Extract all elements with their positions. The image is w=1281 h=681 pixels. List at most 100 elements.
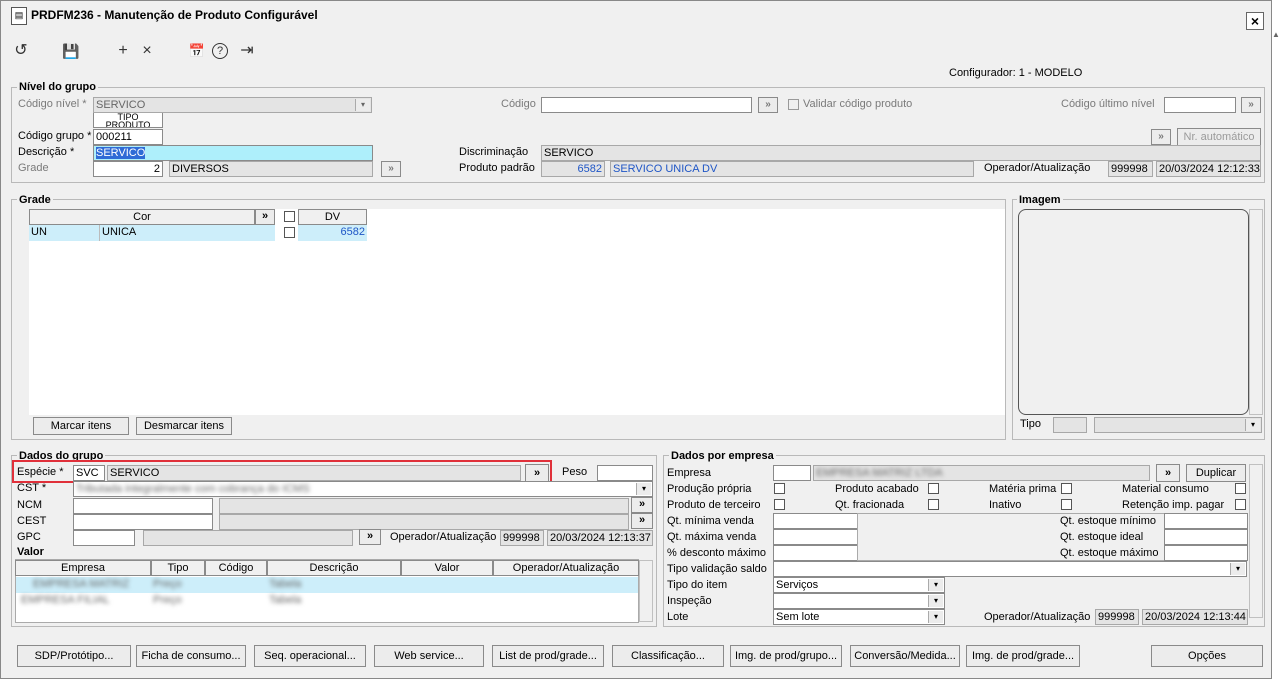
marcar-itens-button[interactable]: Marcar itens [33,417,129,435]
imagem-area[interactable] [1018,209,1249,415]
grade-col-cor[interactable]: Cor [29,209,255,225]
discriminacao-input[interactable]: SERVICO [541,145,1261,161]
qt-min-venda-input[interactable] [773,513,859,529]
ficha-consumo-button[interactable]: Ficha de consumo... [136,645,246,667]
grade-number-input[interactable]: 2 [93,161,163,177]
ncm-code-input[interactable] [73,498,213,514]
cest-code-input[interactable] [73,514,213,530]
valor-col-codigo[interactable]: Código [205,560,267,576]
main-window: ▤ PRDFM236 - Manutenção de Produto Confi… [0,0,1272,679]
validar-checkbox[interactable] [788,99,799,110]
delete-icon[interactable]: × [137,41,157,61]
dados-empresa-scrollbar[interactable] [1249,464,1263,618]
inspecao-select[interactable]: ▾ [773,593,945,609]
valor-row-2-empresa: EMPRESA FILIAL [21,594,110,606]
desconto-max-input[interactable] [773,545,859,561]
outer-scrollbar[interactable]: ▲ [1272,0,1281,681]
save-icon[interactable]: 💾 [61,41,81,61]
especie-search-button[interactable]: » [525,464,549,482]
tipo-validacao-select[interactable]: ▾ [773,561,1247,577]
materia-prima-label: Matéria prima [989,483,1057,495]
descricao-input[interactable]: SERVICO [93,145,373,161]
codigo-nivel-select[interactable]: SERVICO ▾ [93,97,372,113]
tipo-item-label: Tipo do item [667,579,728,591]
cest-search-button[interactable]: » [631,513,653,529]
codigo-ultimo-input[interactable] [1164,97,1236,113]
qt-estoque-ideal-input[interactable] [1164,529,1248,545]
empresa-desc-input: EMPRESA MATRIZ LTDA [813,465,1150,481]
nr-automatico-button[interactable]: Nr. automático [1177,128,1261,146]
especie-desc-input: SERVICO [107,465,521,481]
qt-estoque-min-input[interactable] [1164,513,1248,529]
web-service-button[interactable]: Web service... [374,645,484,667]
grade-row-checkbox[interactable] [284,227,295,238]
valor-row-1-tipo: Preço [153,578,182,590]
scroll-up-icon[interactable]: ▲ [1272,30,1280,39]
grade-col-dv[interactable]: DV [298,209,367,225]
tipo-produto-text: TIPO PRODUTO [105,113,151,128]
codigo-ultimo-label: Código último nível [1061,98,1155,110]
peso-input[interactable] [597,465,653,481]
close-button[interactable]: × [1246,12,1264,30]
lote-select[interactable]: Sem lote ▾ [773,609,945,625]
duplicar-button[interactable]: Duplicar [1186,464,1246,482]
producao-propria-checkbox[interactable] [774,483,785,494]
list-prod-grade-button[interactable]: List de prod/grade... [492,645,604,667]
especie-code-input[interactable]: SVC [73,465,105,481]
retencao-checkbox[interactable] [1235,499,1246,510]
seq-operacional-button[interactable]: Seq. operacional... [254,645,366,667]
codigo-grupo-input[interactable]: 000211 [93,129,163,145]
refresh-icon[interactable]: ↺ [11,41,31,61]
empresa-code-input[interactable] [773,465,811,481]
ncm-search-button[interactable]: » [631,497,653,513]
nivel-operador-date: 20/03/2024 12:12:33 [1156,161,1261,177]
empresa-search-button[interactable]: » [1156,464,1180,482]
valor-scrollbar[interactable] [639,560,653,622]
grade-expand-button[interactable]: » [255,209,275,225]
qt-fracionada-checkbox[interactable] [928,499,939,510]
calendar-icon[interactable]: 📅 [187,41,207,61]
material-consumo-checkbox[interactable] [1235,483,1246,494]
codigo-ultimo-search-button[interactable]: » [1241,97,1261,113]
gpc-desc-input [143,530,353,546]
produto-terceiro-checkbox[interactable] [774,499,785,510]
img-prod-grupo-button[interactable]: Img. de prod/grupo... [730,645,842,667]
help-icon[interactable]: ? [212,43,228,59]
qt-min-venda-label: Qt. mínima venda [667,515,754,527]
valor-col-descricao[interactable]: Descrição [267,560,401,576]
qt-max-venda-input[interactable] [773,529,859,545]
imagem-tipo-select[interactable]: ▾ [1094,417,1262,433]
gpc-search-button[interactable]: » [359,529,381,545]
tipo-item-select[interactable]: Serviços ▾ [773,577,945,593]
sdp-prototipo-button[interactable]: SDP/Protótipo... [17,645,131,667]
qt-estoque-max-input[interactable] [1164,545,1248,561]
codigo-search-button[interactable]: » [758,97,778,113]
img-prod-grade-button[interactable]: Img. de prod/grade... [966,645,1080,667]
opcoes-button[interactable]: Opções [1151,645,1263,667]
valor-col-tipo[interactable]: Tipo [151,560,205,576]
desmarcar-itens-button[interactable]: Desmarcar itens [136,417,232,435]
valor-col-operador[interactable]: Operador/Atualização [493,560,639,576]
grade-row-dv[interactable]: 6582 [298,225,367,241]
produto-padrao-code[interactable]: 6582 [541,161,605,177]
codigo-grupo-label: Código grupo * [18,130,92,142]
classificacao-button[interactable]: Classificação... [612,645,724,667]
codigo-input[interactable] [541,97,752,113]
nr-search-button[interactable]: » [1151,129,1171,145]
imagem-scrollbar[interactable] [1249,209,1263,415]
conversao-medida-button[interactable]: Conversão/Medida... [850,645,960,667]
grade-header-checkbox[interactable] [284,211,295,222]
grade-search-button[interactable]: » [381,161,401,177]
valor-col-empresa[interactable]: Empresa [15,560,151,576]
valor-col-valor[interactable]: Valor [401,560,493,576]
dados-empresa-section-title: Dados por empresa [669,450,776,462]
exit-icon[interactable]: ⇥ [237,41,257,61]
grade-row-code[interactable]: UN [29,225,100,241]
inativo-checkbox[interactable] [1061,499,1072,510]
produto-acabado-checkbox[interactable] [928,483,939,494]
materia-prima-checkbox[interactable] [1061,483,1072,494]
grade-row-desc[interactable]: UNICA [100,225,275,241]
gpc-code-input[interactable] [73,530,135,546]
add-icon[interactable]: + [113,41,133,61]
cst-select[interactable]: Tributada integralmente com cobrança do … [73,481,653,497]
